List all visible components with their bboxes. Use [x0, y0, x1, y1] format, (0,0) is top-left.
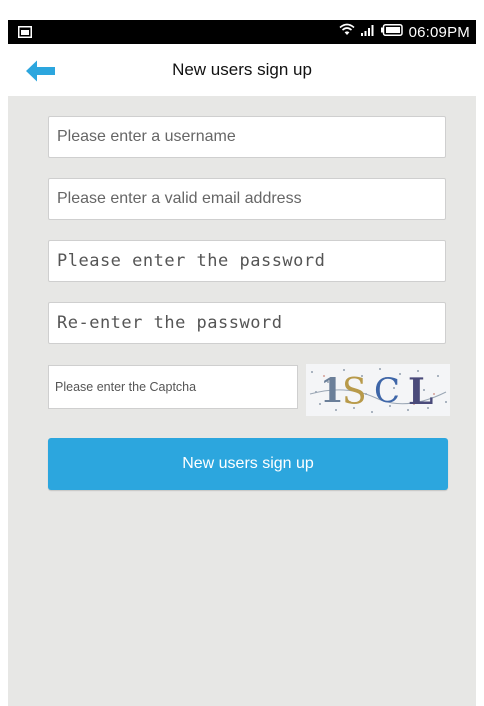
status-time: 06:09PM — [408, 23, 470, 41]
svg-text:C: C — [374, 371, 400, 411]
screenshot-icon — [18, 25, 32, 43]
svg-text:1: 1 — [320, 371, 344, 411]
signup-button[interactable]: New users sign up — [48, 438, 448, 490]
status-bar: 06:09PM — [8, 20, 476, 44]
phone-screen: 06:09PM New users sign up Please enter a… — [8, 20, 476, 706]
svg-text:L: L — [408, 371, 433, 413]
username-input[interactable] — [48, 116, 446, 158]
page-title: New users sign up — [172, 60, 312, 79]
svg-text:S: S — [342, 372, 367, 413]
wifi-icon — [339, 23, 355, 41]
confirm-password-input[interactable] — [48, 302, 446, 344]
battery-icon — [380, 23, 403, 41]
captcha-image[interactable]: 1 S C L — [306, 364, 450, 416]
signal-icon — [360, 23, 375, 41]
password-input[interactable] — [48, 240, 446, 282]
status-icons: 06:09PM — [339, 23, 470, 41]
email-input[interactable] — [48, 178, 446, 220]
captcha-input[interactable] — [48, 365, 298, 409]
header-bar: New users sign up — [8, 44, 476, 96]
